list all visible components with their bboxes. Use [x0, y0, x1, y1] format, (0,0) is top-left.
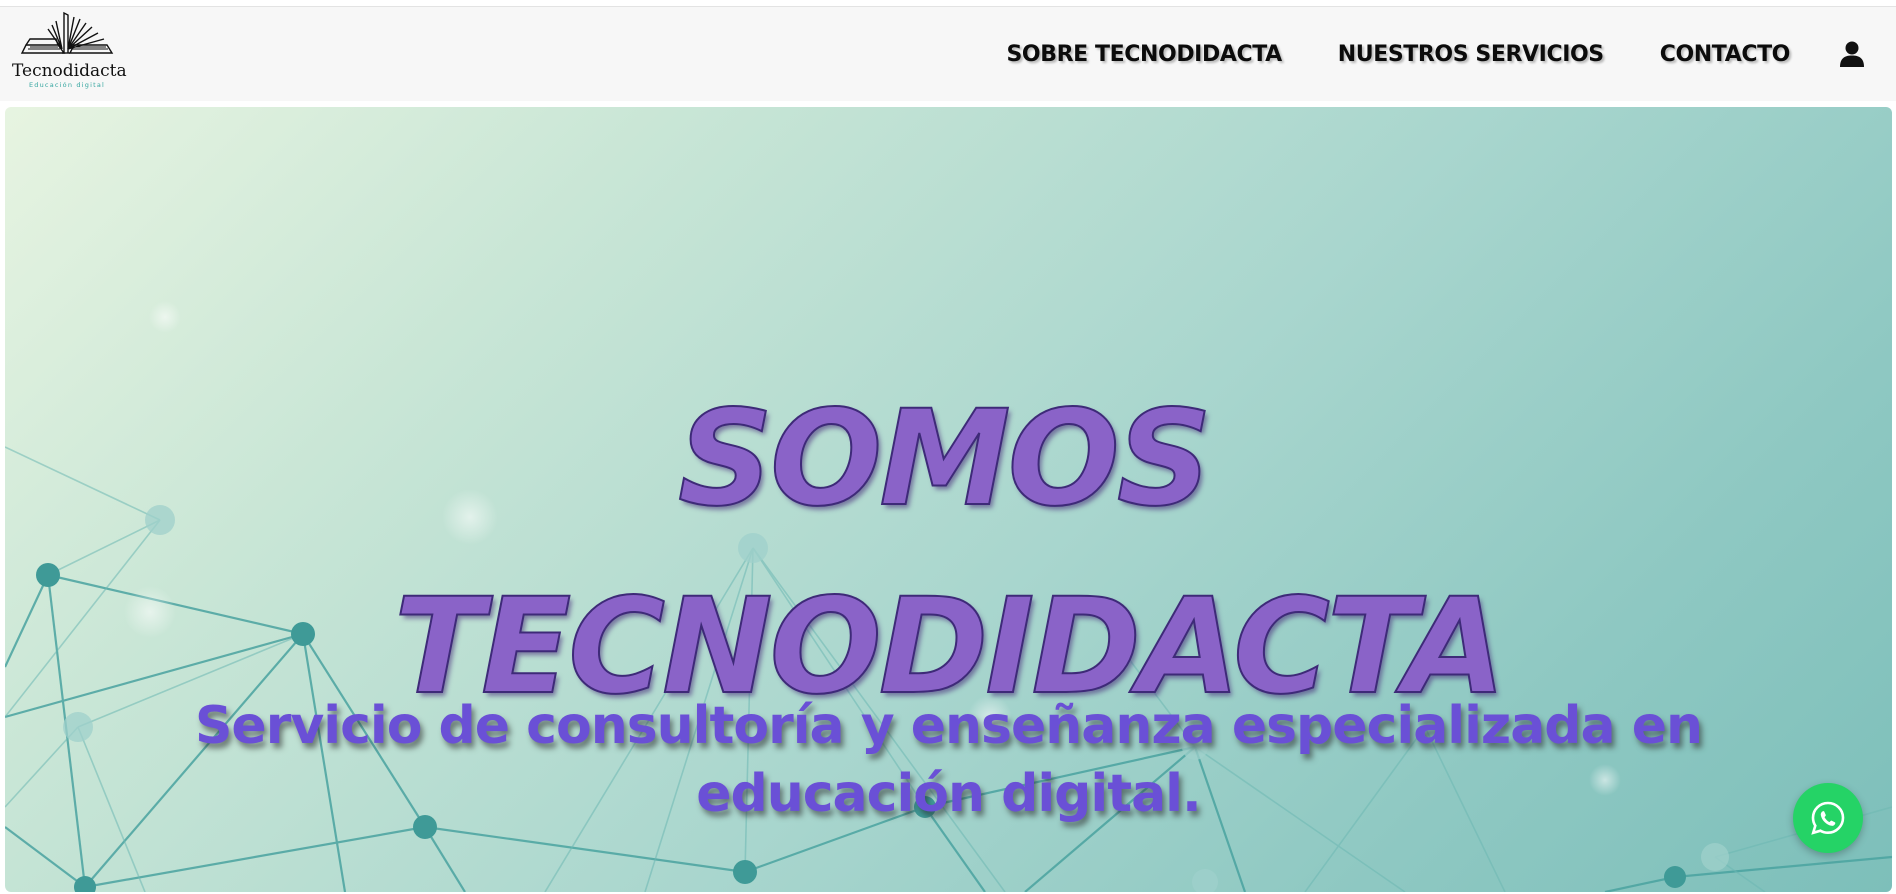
hero-banner: SOMOS TECNODIDACTA Servicio de consultor… [5, 107, 1892, 892]
page: Tecnodidacta Educación digital SOBRE TEC… [0, 0, 1896, 894]
top-border [0, 0, 1896, 7]
hero-title-line-1: SOMOS [677, 381, 1213, 537]
book-logo-icon [20, 11, 114, 54]
hero-subtitle-line-1: Servicio de consultoría y enseñanza espe… [194, 696, 1703, 756]
user-icon[interactable] [1840, 40, 1864, 68]
hero-title: SOMOS TECNODIDACTA [5, 365, 1892, 741]
hero-subtitle: Servicio de consultoría y enseñanza espe… [5, 692, 1892, 828]
brand-name: Tecnodidacta [12, 61, 127, 81]
hero-subtitle-line-2: educación digital. [696, 764, 1202, 824]
nav-item-contacto[interactable]: CONTACTO [1660, 42, 1791, 67]
brand-logo[interactable]: Tecnodidacta Educación digital [12, 9, 127, 93]
nav-item-sobre-tecnodidacta[interactable]: SOBRE TECNODIDACTA [1006, 42, 1282, 67]
brand-tagline: Educación digital [28, 81, 106, 89]
whatsapp-icon [1811, 801, 1845, 835]
navbar: Tecnodidacta Educación digital SOBRE TEC… [0, 7, 1896, 101]
nav-item-nuestros-servicios[interactable]: NUESTROS SERVICIOS [1338, 42, 1604, 67]
main-nav: SOBRE TECNODIDACTA NUESTROS SERVICIOS CO… [1006, 7, 1896, 101]
whatsapp-button[interactable] [1793, 783, 1863, 853]
